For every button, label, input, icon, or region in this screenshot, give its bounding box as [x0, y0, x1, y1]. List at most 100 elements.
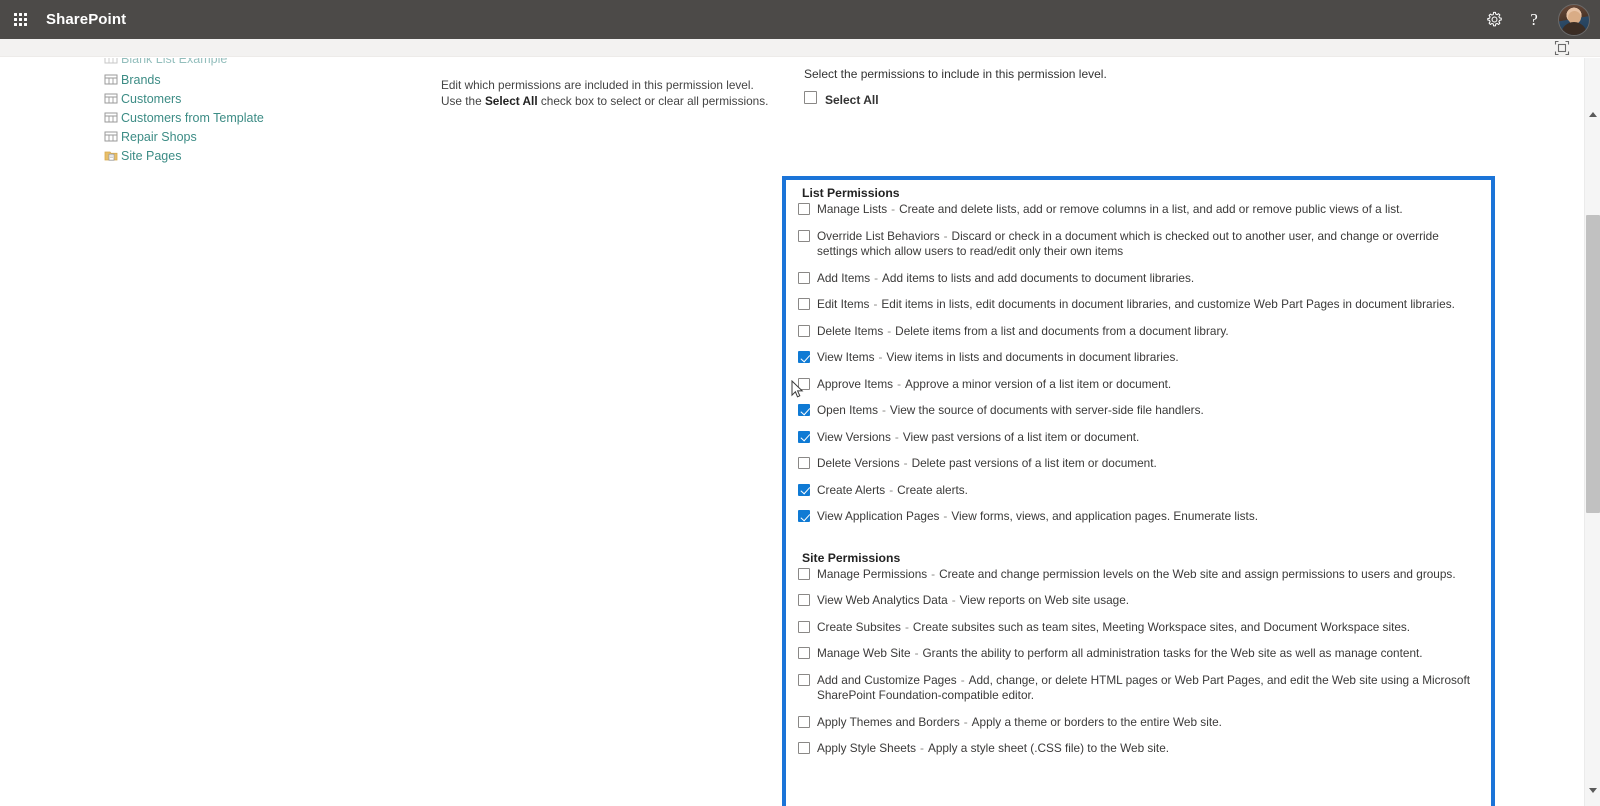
permission-name: View Web Analytics Data — [817, 593, 948, 607]
left-navigation: Blank List Example Brands Customers Cust… — [104, 58, 404, 165]
permission-description: Delete past versions of a list item or d… — [911, 456, 1157, 470]
permission-row-apply-style-sheets[interactable]: Apply Style Sheets - Apply a style sheet (… — [798, 741, 1481, 757]
permission-name: Delete Items — [817, 323, 884, 338]
sidebar-item-site-pages[interactable]: Site Pages — [104, 146, 404, 165]
avatar[interactable] — [1558, 3, 1590, 36]
gear-icon — [1486, 11, 1503, 28]
permission-checkbox-create-alerts[interactable] — [798, 483, 810, 496]
permission-row-delete-versions[interactable]: Delete Versions - Delete past versions of … — [798, 456, 1481, 472]
permission-name: Apply Themes and Borders — [817, 714, 960, 729]
permission-row-add-items[interactable]: Add Items - Add items to lists and add doc… — [798, 271, 1481, 287]
permission-checkbox-apply-style-sheets[interactable] — [798, 742, 810, 754]
question-mark-icon: ? — [1530, 10, 1538, 29]
permission-row-view-web-analytics-data[interactable]: View Web Analytics Data - View reports on … — [798, 593, 1481, 609]
permission-checkbox-view-versions[interactable] — [798, 430, 810, 443]
permission-dash: - — [897, 376, 901, 391]
settings-button[interactable] — [1474, 0, 1514, 39]
permission-description: Create and change permission levels on t… — [939, 566, 1456, 581]
page-library-icon — [104, 149, 118, 162]
scroll-down-arrow-icon[interactable] — [1585, 782, 1600, 798]
permission-name: View Items — [817, 350, 875, 364]
sidebar-item-brands[interactable]: Brands — [104, 70, 404, 89]
description-part2: check box to select or clear all permiss… — [537, 94, 769, 108]
app-launcher-button[interactable] — [0, 0, 40, 39]
permission-description: Grants the ability to perform all admini… — [922, 646, 1423, 660]
permission-description: Create and delete lists, add or remove c… — [899, 202, 1403, 216]
list-icon — [104, 73, 118, 86]
description-emphasis: Select All — [484, 94, 538, 108]
permission-dash: - — [960, 672, 965, 687]
waffle-icon — [13, 13, 27, 26]
permission-dash: - — [894, 429, 899, 444]
permission-checkbox-manage-permissions[interactable] — [798, 567, 810, 580]
permission-checkbox-open-items[interactable] — [798, 404, 810, 416]
select-all-label: Select All — [825, 93, 879, 107]
suite-title[interactable]: SharePoint — [46, 11, 126, 28]
sidebar-item-label: Brands — [121, 72, 161, 87]
permission-checkbox-approve-items[interactable] — [798, 377, 810, 390]
permission-checkbox-create-subsites[interactable] — [798, 620, 810, 633]
sidebar-item-label: Repair Shops — [121, 129, 197, 144]
permission-description: Approve a minor version of a list item o… — [905, 376, 1172, 391]
permission-row-view-application-pages[interactable]: View Application Pages - View forms, views… — [798, 509, 1481, 525]
select-all-checkbox[interactable] — [804, 91, 817, 104]
permission-checkbox-delete-items[interactable] — [798, 324, 810, 337]
sidebar-item-customers-from-template[interactable]: Customers from Template — [104, 108, 404, 127]
permission-row-override-list-behaviors[interactable]: Override List Behaviors - Discard or check… — [798, 229, 1481, 260]
permission-row-manage-web-site[interactable]: Manage Web Site - Grants the ability to pe… — [798, 646, 1481, 662]
permission-checkbox-delete-versions[interactable] — [798, 457, 810, 469]
permission-checkbox-apply-themes-and-borders[interactable] — [798, 715, 810, 728]
suite-bar: SharePoint ? — [0, 0, 1600, 39]
permission-name: Apply Style Sheets — [817, 741, 917, 755]
page-canvas: Blank List Example Brands Customers Cust… — [0, 58, 1600, 806]
permission-checkbox-add-items[interactable] — [798, 271, 810, 284]
permission-row-view-versions[interactable]: View Versions - View past versions of a li… — [798, 430, 1481, 446]
permission-row-open-items[interactable]: Open Items - View the source of documents … — [798, 403, 1481, 419]
scrollbar-thumb[interactable] — [1586, 215, 1600, 513]
permission-checkbox-override-list-behaviors[interactable] — [798, 229, 810, 242]
permission-row-apply-themes-and-borders[interactable]: Apply Themes and Borders - Apply a theme o… — [798, 715, 1481, 731]
permission-checkbox-view-application-pages[interactable] — [798, 510, 810, 522]
permission-name: Manage Web Site — [817, 646, 911, 660]
permission-row-approve-items[interactable]: Approve Items - Approve a minor version of… — [798, 377, 1481, 393]
permission-description: Add items to lists and add documents to … — [882, 270, 1195, 285]
permission-dash: - — [963, 714, 968, 729]
permission-row-edit-items[interactable]: Edit Items - Edit items in lists, edit doc… — [798, 297, 1481, 313]
permission-name: Override List Behaviors — [817, 228, 940, 243]
permission-checkbox-view-items[interactable] — [798, 351, 810, 363]
permission-checkbox-add-and-customize-pages[interactable] — [798, 673, 810, 686]
permission-row-create-subsites[interactable]: Create Subsites - Create subsites such as … — [798, 620, 1481, 636]
permission-dash: - — [887, 323, 892, 338]
permissions-highlight-box: List Permissions Manage Lists - Create and… — [782, 176, 1495, 806]
permission-dash: - — [873, 297, 878, 311]
vertical-scrollbar[interactable] — [1584, 58, 1600, 806]
permission-name: Delete Versions — [817, 456, 900, 470]
permission-description: View past versions of a list item or doc… — [902, 429, 1140, 444]
scroll-up-arrow-icon[interactable] — [1585, 106, 1600, 122]
permissions-intro-text: Select the permissions to include in thi… — [804, 67, 1107, 81]
permission-row-delete-items[interactable]: Delete Items - Delete items from a list an… — [798, 324, 1481, 340]
permission-checkbox-edit-items[interactable] — [798, 298, 810, 310]
permission-row-manage-lists[interactable]: Manage Lists - Create and delete lists, ad… — [798, 202, 1481, 218]
permission-description: View forms, views, and application pages… — [951, 509, 1259, 523]
help-button[interactable]: ? — [1514, 0, 1554, 39]
suite-bar-actions: ? — [1474, 0, 1600, 39]
permission-description: View items in lists and documents in doc… — [886, 350, 1179, 364]
permission-row-create-alerts[interactable]: Create Alerts - Create alerts. — [798, 483, 1481, 499]
permission-description: Edit items in lists, edit documents in d… — [881, 297, 1455, 311]
sidebar-item-customers[interactable]: Customers — [104, 89, 404, 108]
permission-dash: - — [920, 741, 924, 755]
permission-checkbox-view-web-analytics-data[interactable] — [798, 594, 810, 606]
permission-checkbox-manage-web-site[interactable] — [798, 647, 810, 659]
permission-name: Approve Items — [817, 376, 894, 391]
permission-name: Add and Customize Pages — [817, 672, 957, 687]
permission-row-view-items[interactable]: View Items - View items in lists and docum… — [798, 350, 1481, 366]
permission-row-add-and-customize-pages[interactable]: Add and Customize Pages - Add, change, or … — [798, 673, 1481, 704]
select-all-row[interactable]: Select All — [782, 87, 1502, 107]
permission-row-manage-permissions[interactable]: Manage Permissions - Create and change per… — [798, 567, 1481, 583]
nav-item-clipped[interactable]: Blank List Example — [104, 58, 404, 70]
sidebar-item-repair-shops[interactable]: Repair Shops — [104, 127, 404, 146]
permission-name: Manage Permissions — [817, 566, 928, 581]
focus-on-content-icon[interactable] — [1554, 40, 1570, 56]
permission-checkbox-manage-lists[interactable] — [798, 203, 810, 215]
